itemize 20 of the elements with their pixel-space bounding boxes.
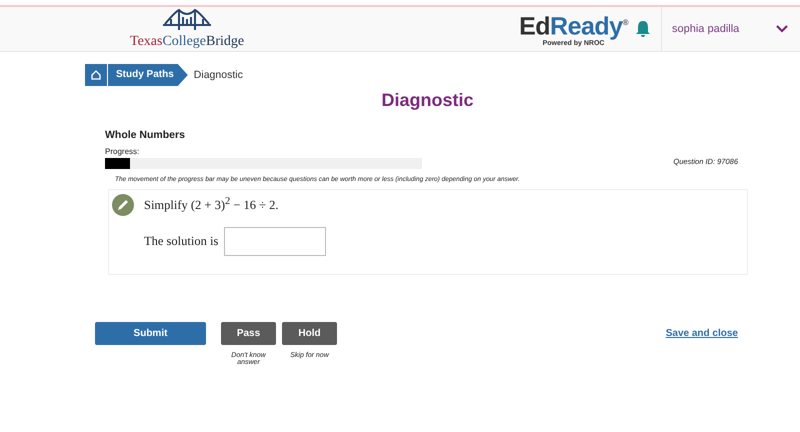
page-title: Diagnostic [380, 90, 474, 111]
answer-label: The solution is [144, 234, 218, 250]
submit-button[interactable]: Submit [95, 322, 206, 345]
chevron-down-icon [776, 25, 788, 33]
answer-field[interactable] [224, 227, 326, 256]
progress-label: Progress: [105, 147, 140, 156]
pencil-icon [112, 194, 134, 216]
bell-icon [635, 20, 651, 38]
home-icon [91, 70, 101, 80]
action-button[interactable]: Hold [282, 322, 337, 345]
logo-text: TexasCollegeBridge [130, 34, 244, 50]
action-button[interactable]: Pass [221, 322, 276, 345]
save-link[interactable]: Save and close [666, 328, 738, 339]
brand-logo: EdReady$^{®}$ [519, 11, 628, 40]
user-name[interactable]: sophia padilla [672, 23, 776, 35]
question-prompt: Simplify (2 + 3)$^{2}$ − 16 ÷ 2. [144, 196, 280, 214]
section-title: Whole Numbers [105, 129, 186, 141]
breadcrumb-link[interactable]: Study Paths [108, 64, 188, 86]
home-link[interactable] [85, 64, 107, 86]
breadcrumb-current: Diagnostic [194, 69, 243, 81]
